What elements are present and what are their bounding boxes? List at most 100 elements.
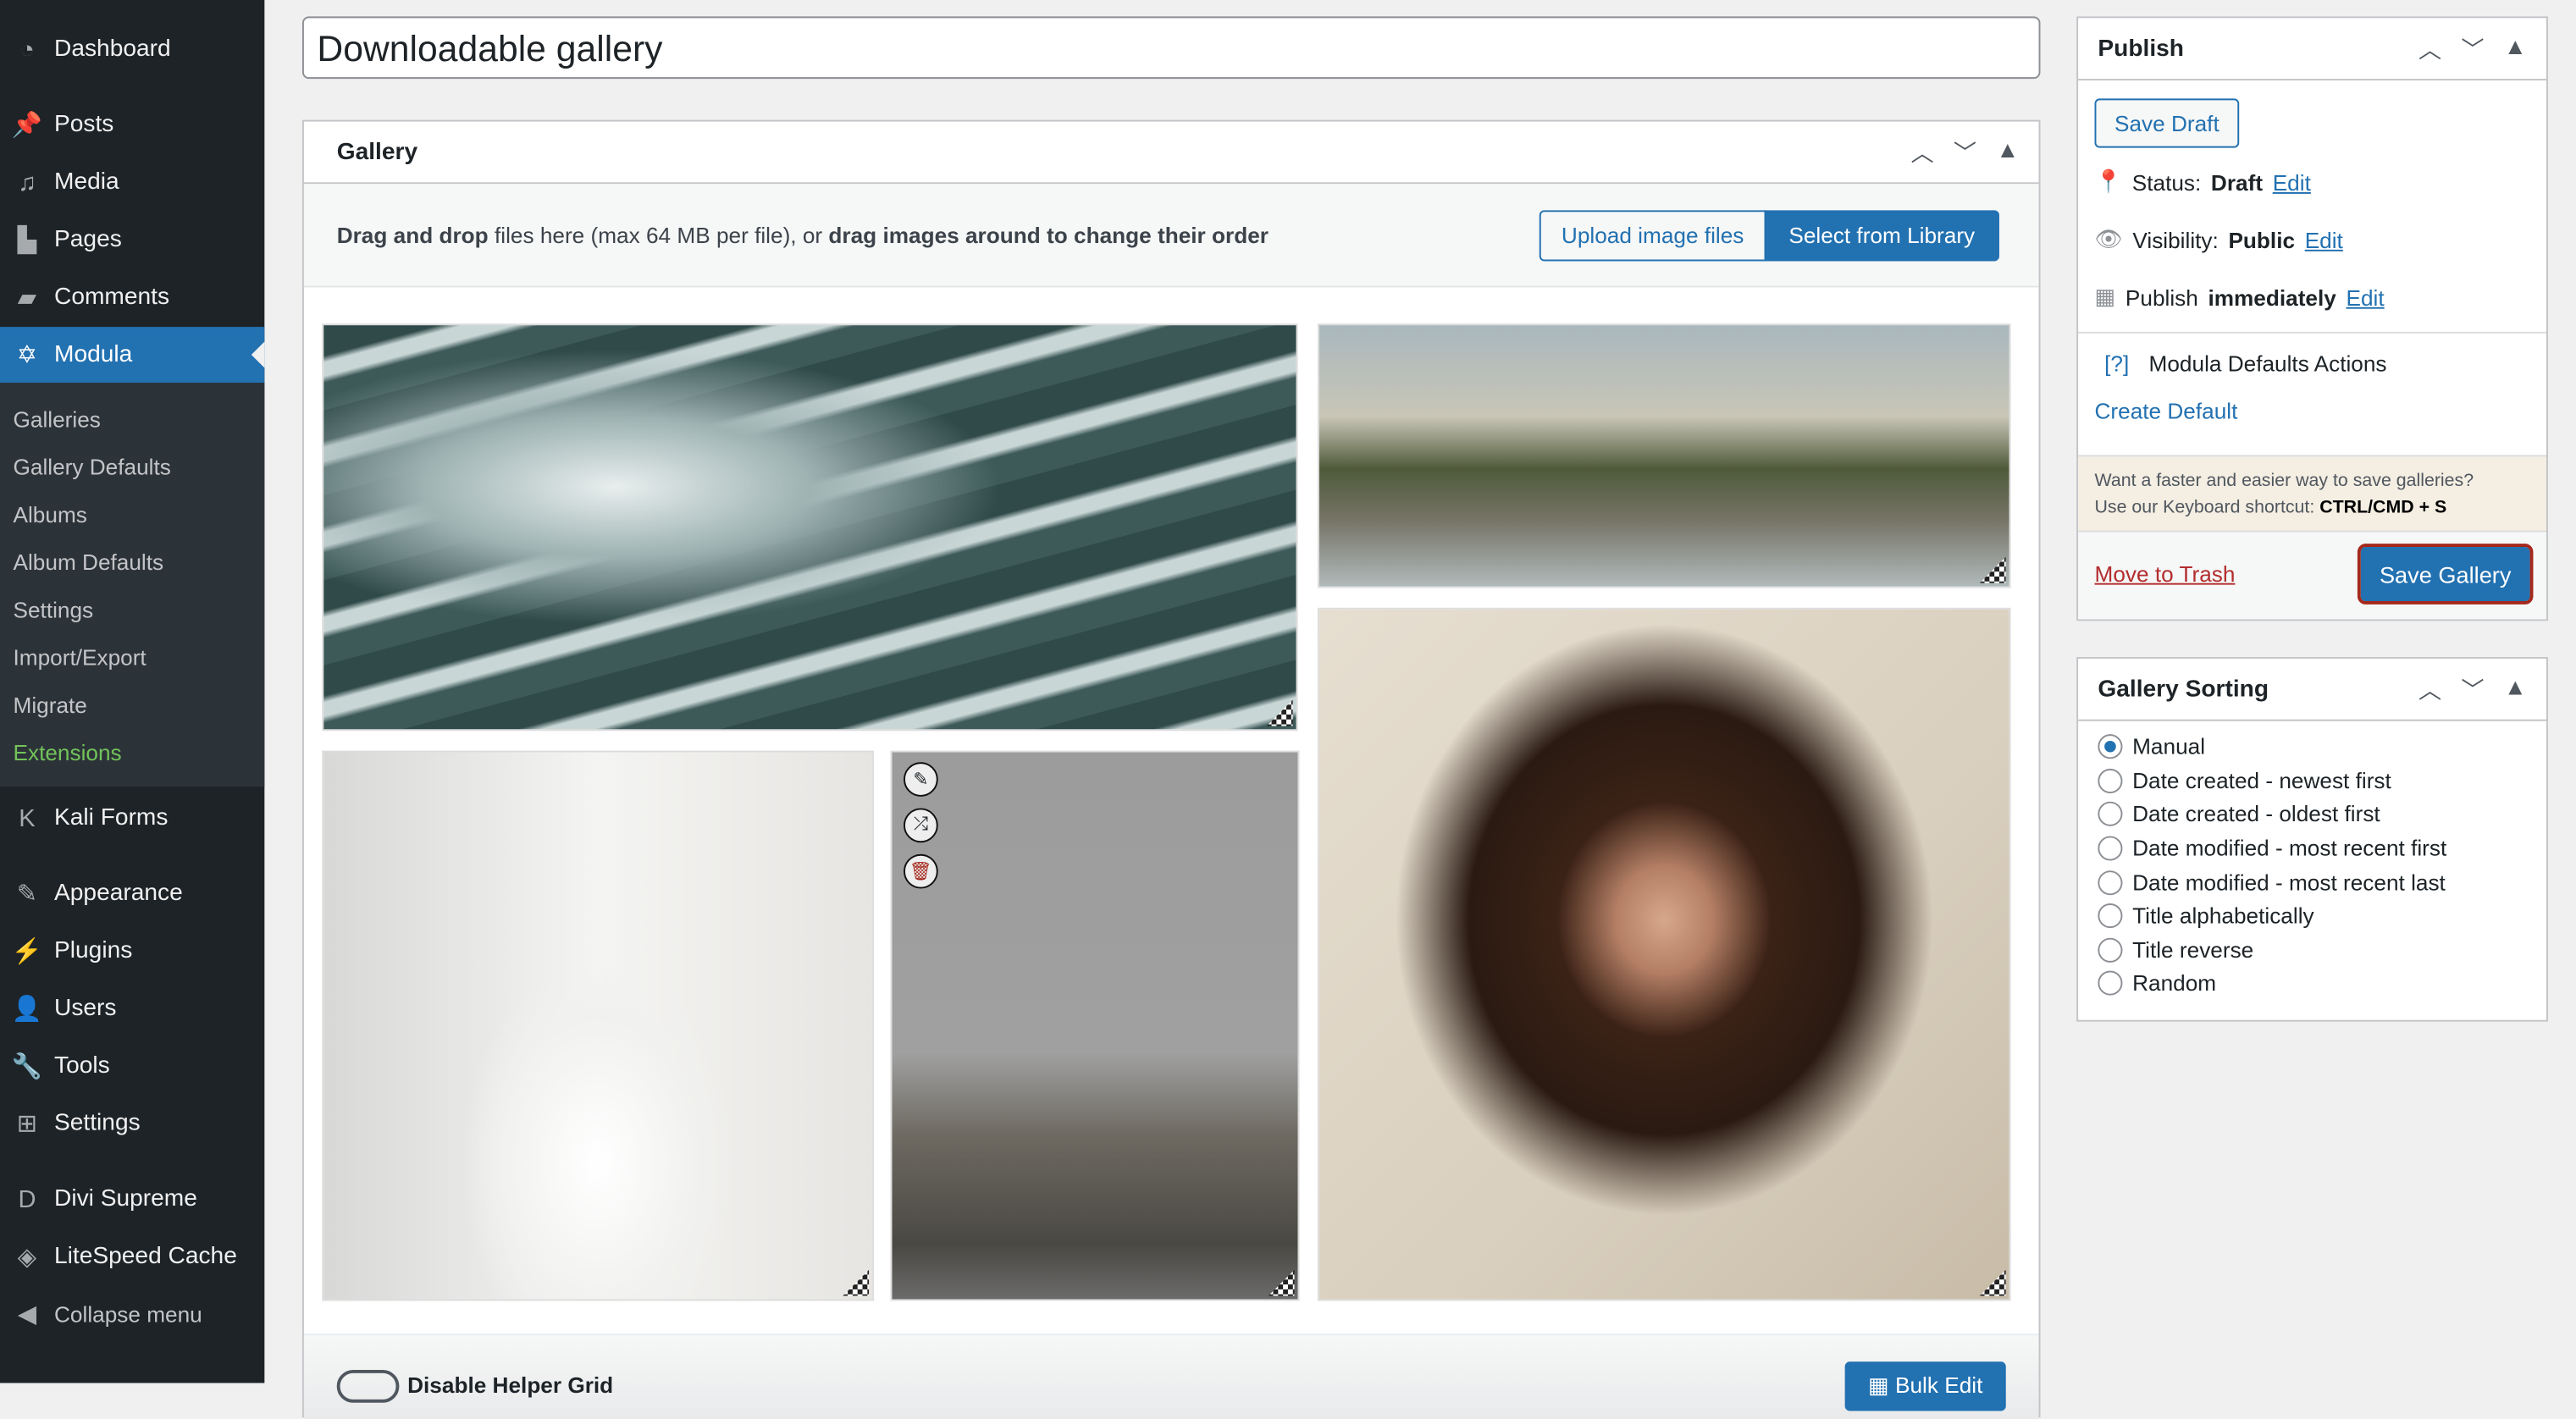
gallery-metabox: Gallery ︿ ﹀ ▲ Drag and drop files here (ma… bbox=[301, 119, 2041, 1419]
move-to-trash-link[interactable]: Move to Trash bbox=[2095, 561, 2236, 586]
gallery-image-ocean-waves[interactable] bbox=[322, 323, 1298, 732]
resize-handle-icon[interactable] bbox=[1268, 1269, 1295, 1296]
radio-button[interactable] bbox=[2098, 903, 2123, 929]
sort-option-random[interactable]: Random bbox=[2098, 970, 2216, 996]
radio-button[interactable] bbox=[2098, 870, 2123, 896]
submenu-settings[interactable]: Settings bbox=[14, 598, 94, 622]
resize-handle-icon[interactable] bbox=[1266, 699, 1293, 726]
sort-option-created-newest[interactable]: Date created - newest first bbox=[2098, 768, 2391, 794]
submenu-album-defaults[interactable]: Album Defaults bbox=[14, 550, 164, 575]
move-up-icon[interactable]: ︿ bbox=[2418, 32, 2441, 65]
move-down-icon[interactable]: ﹀ bbox=[2461, 672, 2484, 705]
replace-image-button[interactable]: ⤮ bbox=[904, 808, 938, 843]
gallery-title-input[interactable]: Downloadable gallery bbox=[301, 16, 2041, 80]
radio-button[interactable] bbox=[2098, 768, 2123, 794]
plugin-icon: ⚡ bbox=[11, 937, 43, 966]
move-down-icon[interactable]: ﹀ bbox=[2461, 32, 2484, 65]
sidebar-item-posts[interactable]: 📌 Posts bbox=[0, 97, 264, 152]
gallery-image-painted-ladies[interactable]: ✎ ⤮ 🗑 bbox=[890, 750, 1300, 1301]
sidebar-item-litespeed-cache[interactable]: ◈ LiteSpeed Cache bbox=[0, 1229, 264, 1284]
create-default-link[interactable]: Create Default bbox=[2095, 399, 2238, 423]
sort-option-title-reverse[interactable]: Title reverse bbox=[2098, 937, 2253, 963]
sidebar-item-divi-supreme[interactable]: D Divi Supreme bbox=[0, 1171, 264, 1227]
sidebar-item-kali-forms[interactable]: K Kali Forms bbox=[0, 790, 264, 846]
bulk-edit-button[interactable]: ▦ Bulk Edit bbox=[1844, 1361, 2006, 1411]
wrench-icon: 🔧 bbox=[11, 1052, 43, 1081]
helper-grid-toggle[interactable] bbox=[336, 1369, 400, 1403]
submenu-extensions[interactable]: Extensions bbox=[14, 741, 122, 765]
edit-publish-time-link[interactable]: Edit bbox=[2347, 285, 2385, 310]
resize-handle-icon[interactable] bbox=[843, 1269, 870, 1296]
sidebar-label: Kali Forms bbox=[54, 804, 169, 831]
radio-button[interactable] bbox=[2098, 937, 2123, 963]
sidebar-label: Tools bbox=[54, 1052, 110, 1079]
sidebar-item-modula[interactable]: ✡ Modula bbox=[0, 327, 265, 384]
sort-option-modified-recent-last[interactable]: Date modified - most recent last bbox=[2098, 870, 2446, 896]
pin-icon: 📌 bbox=[11, 111, 43, 140]
comment-icon: ▰ bbox=[17, 284, 37, 312]
sidebar-label: Comments bbox=[54, 284, 170, 311]
helper-grid-label: Disable Helper Grid bbox=[407, 1372, 614, 1398]
calendar-icon: ▦ bbox=[2094, 284, 2116, 309]
sidebar-label: Media bbox=[54, 168, 119, 196]
gallery-image-woman-portrait[interactable] bbox=[1317, 607, 2011, 1301]
sort-option-modified-recent-first[interactable]: Date modified - most recent first bbox=[2098, 836, 2446, 861]
move-down-icon[interactable]: ﹀ bbox=[1954, 135, 1976, 168]
toggle-panel-icon[interactable]: ▲ bbox=[2504, 32, 2527, 65]
gallery-footer: Disable Helper Grid ▦ Bulk Edit bbox=[303, 1333, 2039, 1419]
radio-button[interactable] bbox=[2098, 836, 2123, 861]
select-from-library-button[interactable]: Select from Library bbox=[1764, 210, 1999, 262]
sidebar-item-plugins[interactable]: ⚡ Plugins bbox=[0, 923, 264, 979]
sidebar-item-dashboard[interactable]: ◔ Dashboard bbox=[0, 21, 264, 77]
gallery-heading: Gallery bbox=[336, 138, 418, 165]
sidebar-item-appearance[interactable]: ✎ Appearance bbox=[0, 865, 264, 921]
resize-handle-icon[interactable] bbox=[1979, 556, 2006, 583]
edit-visibility-link[interactable]: Edit bbox=[2305, 228, 2343, 252]
delete-image-button[interactable]: 🗑 bbox=[904, 853, 938, 889]
radio-button[interactable] bbox=[2098, 970, 2123, 996]
radio-button[interactable] bbox=[2098, 734, 2123, 759]
admin-sidebar: ◔ Dashboard 📌 Posts ♫ Media ▙ Pages ▰ Comment… bbox=[0, 0, 265, 1383]
submenu-gallery-defaults[interactable]: Gallery Defaults bbox=[14, 455, 171, 479]
eye-icon: 👁 bbox=[2094, 226, 2123, 251]
sidebar-item-tools[interactable]: 🔧 Tools bbox=[0, 1038, 264, 1094]
collapse-menu-button[interactable]: ◀ Collapse menu bbox=[0, 1286, 264, 1342]
submenu-galleries[interactable]: Galleries bbox=[14, 407, 101, 432]
radio-button[interactable] bbox=[2098, 801, 2123, 826]
sidebar-item-media[interactable]: ♫ Media bbox=[0, 154, 264, 210]
sort-option-manual[interactable]: Manual bbox=[2098, 734, 2205, 759]
modula-submenu: Galleries Gallery Defaults Albums Album … bbox=[0, 383, 265, 787]
save-gallery-button[interactable]: Save Gallery bbox=[2357, 544, 2534, 605]
submenu-migrate[interactable]: Migrate bbox=[14, 693, 87, 718]
modula-defaults-row: [?] Modula Defaults Actions bbox=[2104, 351, 2386, 376]
save-draft-button[interactable]: Save Draft bbox=[2094, 98, 2240, 148]
shortcut-tip: Want a faster and easier way to save gal… bbox=[2078, 455, 2546, 533]
edit-status-link[interactable]: Edit bbox=[2273, 170, 2311, 195]
sidebar-label: Posts bbox=[54, 111, 114, 138]
toggle-panel-icon[interactable]: ▲ bbox=[1996, 135, 2019, 168]
resize-handle-icon[interactable] bbox=[1979, 1269, 2006, 1296]
move-up-icon[interactable]: ︿ bbox=[2418, 672, 2441, 705]
submenu-albums[interactable]: Albums bbox=[14, 503, 87, 527]
publish-metabox: Publish ︿ ﹀ ▲ Save Draft 📍 Status: Draft Edit … bbox=[2076, 16, 2548, 621]
gallery-image-bathroom-sink[interactable] bbox=[322, 750, 875, 1301]
gallery-image-coastal-cliffs[interactable] bbox=[1317, 323, 2011, 588]
pages-icon: ▙ bbox=[17, 226, 37, 255]
sidebar-item-comments[interactable]: ▰ Comments bbox=[0, 269, 264, 325]
sidebar-label: LiteSpeed Cache bbox=[54, 1243, 237, 1270]
media-icon: ♫ bbox=[18, 168, 36, 196]
publish-heading: Publish bbox=[2098, 35, 2184, 62]
sidebar-item-settings[interactable]: ⊞ Settings bbox=[0, 1096, 264, 1151]
sidebar-item-pages[interactable]: ▙ Pages bbox=[0, 212, 264, 268]
user-icon: 👤 bbox=[11, 995, 43, 1024]
move-up-icon[interactable]: ︿ bbox=[1910, 135, 1933, 168]
sidebar-label: Dashboard bbox=[54, 36, 171, 63]
sort-option-title-alpha[interactable]: Title alphabetically bbox=[2098, 903, 2314, 929]
toggle-panel-icon[interactable]: ▲ bbox=[2504, 672, 2527, 705]
sidebar-item-users[interactable]: 👤 Users bbox=[0, 980, 264, 1036]
submenu-import-export[interactable]: Import/Export bbox=[14, 645, 146, 670]
edit-image-button[interactable]: ✎ bbox=[904, 762, 938, 797]
sort-option-created-oldest[interactable]: Date created - oldest first bbox=[2098, 801, 2380, 826]
help-icon[interactable]: [?] bbox=[2104, 351, 2129, 376]
upload-image-files-button[interactable]: Upload image files bbox=[1539, 210, 1766, 262]
